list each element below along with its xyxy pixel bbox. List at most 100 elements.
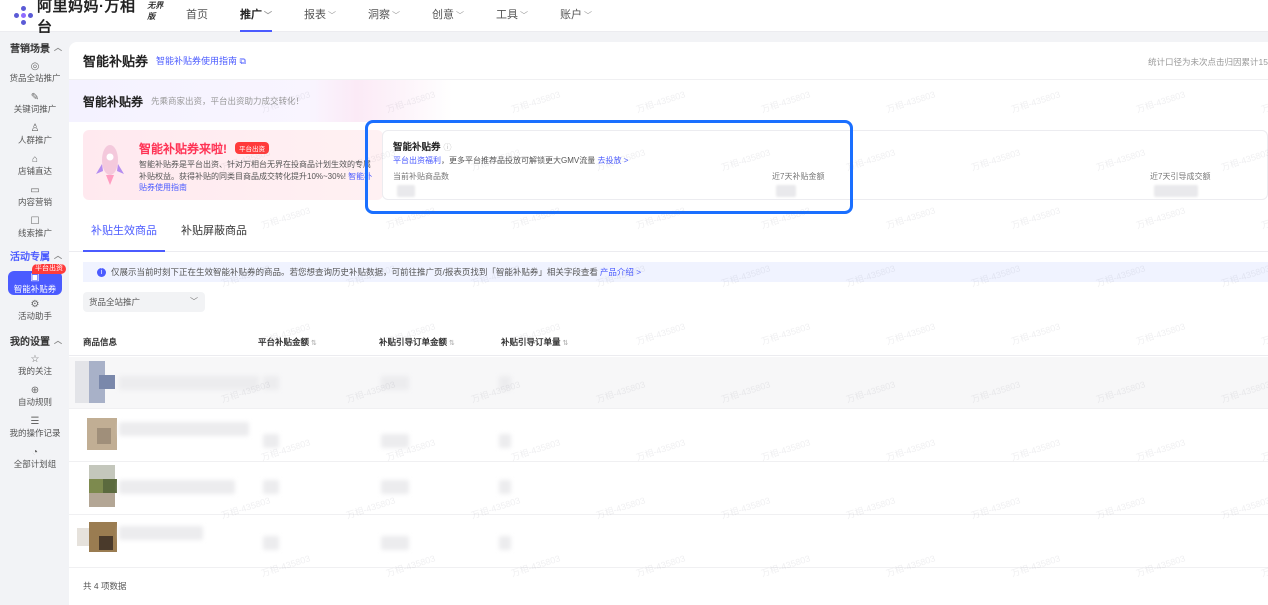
blurred-value	[263, 376, 279, 390]
tab-active-products[interactable]: 补贴生效商品	[83, 212, 165, 252]
nav-item[interactable]: 推广 ﹀	[224, 0, 288, 32]
blurred-text	[119, 376, 259, 390]
sidebar-item-label: 我的关注	[17, 366, 52, 376]
product-image	[89, 493, 115, 507]
promo-desc-text: 智能补贴券是平台出资、针对万相台无界在投商品计划生效的专属补贴权益。获得补贴的同…	[139, 160, 371, 181]
nav-item[interactable]: 洞察 ﹀	[352, 0, 416, 32]
sidebar-item[interactable]: ▭ 内容营销	[0, 181, 70, 212]
promo-description: 智能补贴券是平台出资、针对万相台无界在投商品计划生效的专属补贴权益。获得补贴的同…	[139, 159, 375, 194]
tab-blocked-products[interactable]: 补贴屏蔽商品	[173, 212, 255, 251]
col-label: 补贴引导订单金额	[379, 337, 448, 347]
sidebar-group-label: 我的设置	[10, 336, 50, 348]
table-row[interactable]	[69, 516, 1268, 568]
nav-item[interactable]: 账户 ﹀	[544, 0, 608, 32]
nav-item[interactable]: 工具 ﹀	[480, 0, 544, 32]
sidebar-item-label: 店铺直达	[17, 166, 52, 176]
banner-title: 智能补贴券	[83, 94, 144, 109]
top-nav: 阿里妈妈·万相台 无界版 首页 推广 ﹀ 报表 ﹀ 洞察 ﹀ 创意 ﹀ 工具 ﹀ 账户 ﹀	[0, 0, 1268, 36]
col-platform-subsidy[interactable]: 平台补贴金额 ⇅	[258, 336, 317, 348]
sidebar-item-smart-coupon[interactable]: 平台出资 ▣ 智能补贴券	[8, 264, 66, 295]
promo-title: 智能补贴券来啦!	[139, 142, 227, 156]
chevron-down-icon: ﹀	[456, 10, 464, 20]
select-value: 货品全站推广	[89, 297, 141, 307]
col-order-count[interactable]: 补贴引导订单量 ⇅	[501, 336, 568, 348]
campaign-type-select[interactable]: 货品全站推广 ﹀	[83, 292, 205, 312]
sidebar-item[interactable]: ⌂ 店铺直达	[0, 150, 70, 181]
product-image	[89, 465, 115, 479]
sidebar-item-label: 活动助手	[17, 311, 52, 321]
blurred-value	[263, 536, 279, 550]
blurred-value	[263, 434, 279, 448]
sidebar-item-label: 全部计划组	[13, 459, 57, 469]
sidebar-item[interactable]: ☆ 我的关注	[0, 350, 70, 381]
sidebar-item-label: 关键词推广	[13, 104, 57, 114]
platform-badge: 平台出资	[32, 264, 66, 274]
product-image	[103, 479, 117, 493]
blurred-value	[381, 536, 409, 550]
sidebar-item-label: 内容营销	[17, 197, 52, 207]
stats-subtitle: 平台出资福利，更多平台推荐品投放可解锁更大GMV流量 去投放 >	[393, 155, 628, 166]
brand-logo[interactable]: 阿里妈妈·万相台 无界版	[0, 0, 170, 37]
page-title: 智能补贴券	[83, 54, 149, 69]
sidebar-group-marketing[interactable]: 营销场景 ︿	[0, 37, 70, 57]
sidebar-item[interactable]: ◔ 全部计划组	[0, 443, 70, 474]
keyword-icon: ✎	[30, 92, 40, 103]
sidebar-group-activity[interactable]: 活动专属 ︿	[0, 245, 70, 265]
info-notice: i 仅展示当前时刻下正在生效智能补贴券的商品。若您想查询历史补贴数据，可前往推广…	[83, 262, 1268, 282]
col-label: 平台补贴金额	[258, 337, 310, 347]
blurred-value	[499, 376, 511, 390]
stat-value-gmv	[1154, 185, 1198, 197]
table-header: 商品信息 平台补贴金额 ⇅ 补贴引导订单金额 ⇅ 补贴引导订单量 ⇅	[69, 326, 1268, 356]
chevron-up-icon: ︿	[54, 250, 62, 260]
product-image	[97, 428, 111, 444]
lead-icon: ☐	[30, 216, 40, 227]
table-row[interactable]	[69, 463, 1268, 515]
chevron-down-icon: ﹀	[392, 10, 400, 20]
blurred-value	[499, 434, 511, 448]
stat-label-subsidy: 近7天补贴金额	[772, 172, 825, 181]
sidebar-group-settings[interactable]: 我的设置 ︿	[0, 330, 70, 350]
sort-icon: ⇅	[311, 340, 317, 347]
sidebar-group-label: 营销场景	[10, 43, 50, 55]
guide-link[interactable]: 智能补贴券使用指南 ⧉	[156, 54, 246, 67]
chevron-up-icon: ︿	[54, 42, 62, 52]
promo-badge: 平台出资	[235, 142, 269, 154]
sidebar-item[interactable]: ⚙ 活动助手	[0, 295, 70, 326]
table-row[interactable]	[69, 410, 1268, 462]
sidebar-item[interactable]: ⊕ 自动规则	[0, 381, 70, 412]
product-image	[75, 361, 89, 403]
table-row[interactable]	[69, 357, 1268, 409]
sidebar-group-label: 活动专属	[10, 251, 50, 263]
target-icon: ◎	[30, 61, 40, 72]
sidebar-item[interactable]: ✎ 关键词推广	[0, 88, 70, 119]
go-promote-link[interactable]: 去投放 >	[597, 156, 628, 165]
nav-item[interactable]: 首页	[170, 0, 224, 32]
nav-item[interactable]: 创意 ﹀	[416, 0, 480, 32]
blurred-value	[381, 480, 409, 494]
blurred-text	[119, 480, 235, 494]
stat-label-gmv: 近7天引导成交额	[1150, 172, 1211, 181]
sidebar-item[interactable]: ♙ 人群推广	[0, 119, 70, 150]
nav-item-label: 首页	[186, 8, 208, 21]
col-label: 补贴引导订单量	[501, 337, 561, 347]
sidebar-item[interactable]: ☰ 我的操作记录	[0, 412, 70, 443]
stats-card: 智能补贴券 ⓘ 平台出资福利，更多平台推荐品投放可解锁更大GMV流量 去投放 > …	[382, 130, 1268, 200]
sidebar-item-label: 线索推广	[17, 228, 52, 238]
sidebar-item[interactable]: ☐ 线索推广	[0, 212, 70, 243]
sidebar-item[interactable]: ◎ 货品全站推广	[0, 57, 70, 88]
sidebar-item-label: 人群推广	[17, 135, 52, 145]
table-footer: 共 4 项数据	[83, 581, 127, 591]
person-icon: ♙	[30, 123, 40, 134]
blurred-value	[381, 376, 409, 390]
page-header: 智能补贴券 智能补贴券使用指南 ⧉ 统计口径为未次点击归因累计15	[69, 42, 1268, 80]
promo-card: 智能补贴券来啦! 平台出资 智能补贴券是平台出资、针对万相台无界在投商品计划生效…	[83, 130, 383, 200]
nav-item[interactable]: 报表 ﹀	[288, 0, 352, 32]
rocket-icon	[96, 145, 124, 185]
stats-title-text: 智能补贴券	[393, 142, 441, 153]
product-intro-link[interactable]: 产品介绍 >	[600, 266, 641, 278]
help-icon[interactable]: ⓘ	[444, 143, 452, 152]
banner-subtitle: 先乘商家出资，平台出资助力成交转化！	[151, 96, 305, 106]
col-product-info: 商品信息	[83, 336, 117, 348]
col-order-amount[interactable]: 补贴引导订单金额 ⇅	[379, 336, 455, 348]
nav-item-label: 报表	[304, 8, 326, 21]
